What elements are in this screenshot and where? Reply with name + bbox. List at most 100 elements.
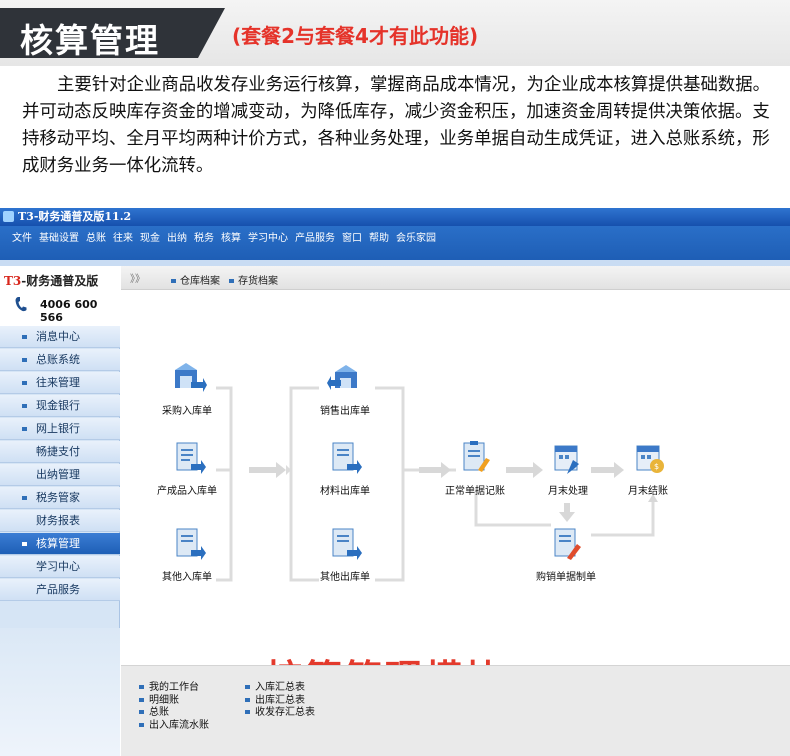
svg-text:$: $	[654, 462, 659, 471]
sidebar-item[interactable]: 核算管理	[0, 533, 120, 555]
sidebar-bullet-icon	[22, 358, 27, 362]
sidebar-item[interactable]: 财务报表	[0, 510, 120, 532]
sales-issue-icon[interactable]	[327, 360, 363, 396]
sidebar-item[interactable]: 消息中心	[0, 326, 120, 348]
banner-title-block: 核算管理	[0, 8, 225, 58]
report-bullet-icon	[139, 710, 144, 714]
other-receipt-icon[interactable]	[171, 526, 207, 562]
node-material-issue[interactable]: 材料出库单	[320, 482, 370, 497]
sidebar-item[interactable]: 网上银行	[0, 418, 120, 440]
brand-prefix: T3	[4, 274, 22, 288]
header-banner: 核算管理 (套餐2与套餐4才有此功能)	[0, 0, 790, 66]
report-bullet-icon	[139, 685, 144, 689]
sidebar-item-label: 畅捷支付	[36, 445, 80, 458]
sidebar-item[interactable]: 学习中心	[0, 556, 120, 578]
report-label: 收发存汇总表	[255, 707, 315, 718]
report-bullet-icon	[245, 697, 250, 702]
sidebar-item-label: 现金银行	[36, 399, 80, 412]
menu-item[interactable]: 总账	[86, 233, 106, 245]
tab-label: 仓库档案	[180, 276, 220, 287]
month-end-processing-icon[interactable]	[549, 440, 585, 476]
sidebar-item-label: 网上银行	[36, 422, 80, 435]
sidebar-item[interactable]: 现金银行	[0, 395, 120, 417]
tabbar-expand-icon[interactable]: 》》	[130, 270, 145, 285]
menu-item[interactable]: 产品服务	[295, 233, 335, 245]
report-link[interactable]: 收发存汇总表	[245, 703, 315, 718]
menu-item[interactable]: 窗口	[342, 233, 362, 245]
sidebar-item[interactable]: 总账系统	[0, 349, 120, 371]
purchase-receipt-icon[interactable]	[171, 360, 207, 396]
node-month-end-processing[interactable]: 月末处理	[548, 482, 588, 497]
sidebar-item[interactable]: 畅捷支付	[0, 441, 120, 463]
node-purchase-sales-voucher[interactable]: 购销单据制单	[536, 568, 596, 583]
node-month-end-closing[interactable]: 月末结账	[628, 482, 668, 497]
sidebar-bullet-icon	[22, 496, 27, 500]
material-issue-icon[interactable]	[327, 440, 363, 476]
sidebar-bullet-icon	[22, 335, 27, 339]
menu-item[interactable]: 基础设置	[39, 233, 79, 245]
sidebar-item-label: 消息中心	[36, 330, 80, 343]
menu-item[interactable]: 税务	[194, 233, 214, 245]
sidebar-bullet-icon	[22, 381, 27, 385]
node-purchase-receipt[interactable]: 采购入库单	[162, 402, 212, 417]
sidebar-item-label: 税务管家	[36, 491, 80, 504]
tab-inventory-archive[interactable]: 存货档案	[229, 272, 278, 287]
report-bullet-icon	[245, 710, 250, 714]
report-label: 出入库流水账	[149, 719, 209, 731]
tab-bullet-icon	[229, 279, 234, 283]
purchase-sales-voucher-icon[interactable]	[549, 526, 585, 562]
menu-item[interactable]: 学习中心	[248, 233, 288, 245]
normal-bookkeeping-icon[interactable]	[458, 440, 494, 476]
sidebar-item-label: 出纳管理	[36, 468, 80, 481]
sidebar-bullet-icon	[22, 404, 27, 408]
sidebar-item-label: 产品服务	[36, 583, 80, 596]
banner-subtitle: (套餐2与套餐4才有此功能)	[232, 24, 479, 48]
tab-warehouse-archive[interactable]: 仓库档案	[171, 272, 220, 287]
menu-item[interactable]: 现金	[140, 233, 160, 245]
menu-item[interactable]: 文件	[12, 233, 32, 245]
app-icon	[3, 211, 14, 222]
brand-name: T3-财务通普及版	[4, 272, 98, 289]
brand-suffix: -财务通普及版	[21, 274, 99, 288]
node-other-receipt[interactable]: 其他入库单	[162, 568, 212, 583]
menubar: 文件 基础设置 总账 往来 现金 出纳 税务 核算 学习中心 产品服务 窗口 帮助 会乐家园	[0, 226, 790, 266]
sidebar-bullet-icon	[22, 427, 27, 431]
menu-item[interactable]: 出纳	[167, 233, 187, 245]
sidebar-item-label: 往来管理	[36, 376, 80, 389]
menu-item[interactable]: 会乐家园	[396, 233, 436, 245]
window-title: T3-财务通普及版11.2	[18, 210, 132, 223]
menu-item[interactable]: 往来	[113, 233, 133, 245]
sidebar-item[interactable]: 产品服务	[0, 579, 120, 601]
sidebar-item[interactable]: 往来管理	[0, 372, 120, 394]
other-issue-icon[interactable]	[327, 526, 363, 562]
node-sales-issue[interactable]: 销售出库单	[320, 402, 370, 417]
menu-item[interactable]: 帮助	[369, 233, 389, 245]
sidebar-item-label: 核算管理	[36, 537, 80, 550]
brand-block: T3-财务通普及版 4006 600 566	[0, 266, 120, 326]
sidebar-item[interactable]: 出纳管理	[0, 464, 120, 486]
month-end-closing-icon[interactable]: $	[631, 440, 667, 476]
phone-icon	[15, 297, 27, 312]
sidebar-item-label: 财务报表	[36, 514, 80, 527]
content-area: 》》 仓库档案 存货档案 $ 采购入库单 产成品入库单 其他入库单 销售出库单 …	[121, 266, 790, 756]
sidebar-bullet-icon	[22, 542, 27, 546]
brand-phone: 4006 600 566	[40, 298, 98, 324]
sidebar-item[interactable]: 税务管家	[0, 487, 120, 509]
banner-title: 核算管理	[20, 21, 160, 60]
window-titlebar: T3-财务通普及版11.2	[0, 208, 790, 226]
sidebar-empty-area	[0, 628, 120, 756]
intro-paragraph: 主要针对企业商品收发存业务运行核算，掌握商品成本情况，为企业成本核算提供基础数据…	[22, 75, 771, 176]
report-bullet-icon	[139, 722, 144, 727]
node-other-issue[interactable]: 其他出库单	[320, 568, 370, 583]
node-finished-goods-receipt[interactable]: 产成品入库单	[157, 482, 217, 497]
flow-diagram: $ 采购入库单 产成品入库单 其他入库单 销售出库单 材料出库单 其他出库单 正…	[121, 290, 790, 700]
sidebar: T3-财务通普及版 4006 600 566 消息中心总账系统往来管理现金银行网…	[0, 266, 120, 756]
finished-goods-receipt-icon[interactable]	[171, 440, 207, 476]
sidebar-item-label: 学习中心	[36, 560, 80, 573]
menu-item[interactable]: 核算	[221, 233, 241, 245]
report-panel: 我的工作台 明细账 总账 出入库流水账 入库汇总表 出库汇总表 收发存汇总表	[121, 665, 790, 756]
node-normal-bookkeeping[interactable]: 正常单据记账	[445, 482, 505, 497]
tabbar: 》》 仓库档案 存货档案	[121, 266, 790, 290]
report-bullet-icon	[245, 685, 250, 689]
report-link[interactable]: 出入库流水账	[139, 716, 209, 731]
